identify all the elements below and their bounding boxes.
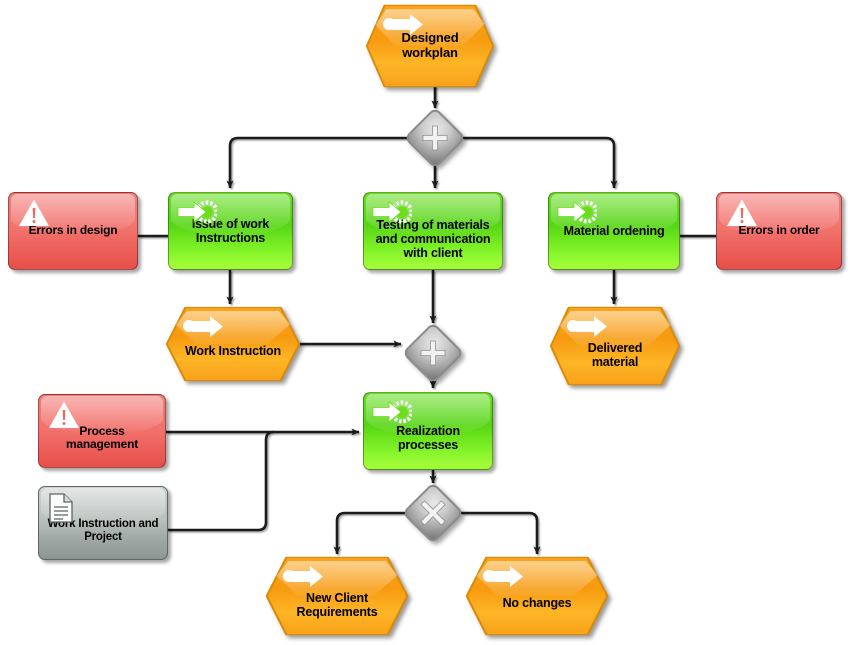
node-work-instruction[interactable]: Work Instruction xyxy=(165,306,301,382)
node-label: Work Instruction and Project xyxy=(47,518,159,543)
edge-and-split-to-material-ordening xyxy=(463,136,618,189)
node-label: New Client Requirements xyxy=(296,591,378,619)
node-process-management[interactable]: Process management xyxy=(38,394,166,468)
node-label: Material ordening xyxy=(563,224,665,238)
node-errors-in-design[interactable]: Errors in design xyxy=(8,192,138,270)
node-errors-in-order[interactable]: Errors in order xyxy=(716,192,842,270)
edge-gateway-xor-to-no-changes xyxy=(461,511,541,555)
edge-gateway-xor-to-new-client-requirements xyxy=(333,511,405,555)
node-label: Designed workplan xyxy=(401,30,459,60)
node-testing-of-materials[interactable]: Testing of materials and communication w… xyxy=(363,192,503,270)
node-label: Process management xyxy=(65,423,139,451)
node-issue-of-work-instructions[interactable]: Issue of work Instructions xyxy=(168,192,293,270)
node-label: Work Instruction xyxy=(185,344,281,358)
node-delivered-material[interactable]: Delivered material xyxy=(549,306,681,386)
node-no-changes[interactable]: No changes xyxy=(465,556,609,636)
node-label: Testing of materials and communication w… xyxy=(375,218,491,260)
node-label: Errors in order xyxy=(738,223,820,238)
node-work-instruction-and-project[interactable]: Work Instruction and Project xyxy=(38,486,168,560)
node-realization-processes[interactable]: Realization processes xyxy=(363,392,493,470)
gear-arrow-icon xyxy=(557,199,599,225)
edge-and-split-to-issue-of-work-instructions xyxy=(226,136,407,189)
node-label: No changes xyxy=(502,596,572,610)
node-material-ordening[interactable]: Material ordening xyxy=(548,192,680,270)
gateway-xor[interactable] xyxy=(401,481,465,545)
gateway-and-split[interactable] xyxy=(403,106,467,170)
cross-icon xyxy=(405,485,461,541)
edge-work-instruction-and-project-to-realization-processes xyxy=(168,430,275,532)
plus-icon xyxy=(405,325,461,381)
node-label: Realization processes xyxy=(396,424,460,452)
flowchart-canvas: Designed workplan Errors in design Issue… xyxy=(0,0,850,645)
node-new-client-requirements[interactable]: New Client Requirements xyxy=(265,556,409,636)
gateway-and-join[interactable] xyxy=(401,321,465,385)
node-label: Issue of work Instructions xyxy=(191,217,270,245)
node-label: Delivered material xyxy=(587,341,643,369)
node-designed-workplan[interactable]: Designed workplan xyxy=(365,4,495,88)
node-label: Errors in design xyxy=(28,223,118,238)
plus-icon xyxy=(407,110,463,166)
